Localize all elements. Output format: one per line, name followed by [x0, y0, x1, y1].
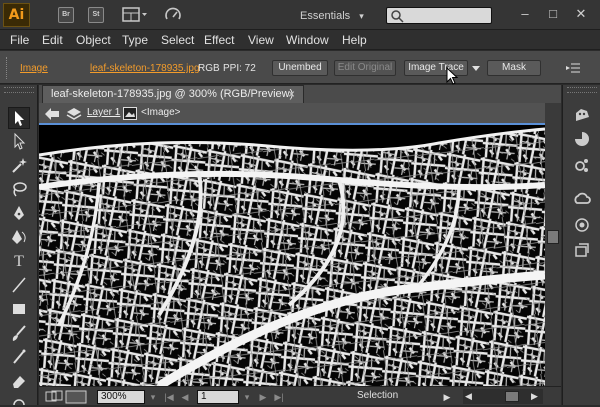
app-logo: Ai	[3, 3, 30, 27]
search-icon	[391, 10, 404, 23]
color-mode: RGB	[198, 63, 220, 74]
artboard-number-field[interactable]: 1	[197, 390, 239, 404]
menu-type[interactable]: Type	[122, 33, 148, 47]
line-segment-tool-icon[interactable]	[8, 275, 30, 297]
arrange-documents-icon[interactable]	[122, 7, 148, 23]
lasso-tool-icon[interactable]	[8, 179, 30, 201]
isolation-mode-bar: Layer 1 <Image>	[39, 103, 545, 125]
panel-menu-icon[interactable]	[566, 61, 582, 75]
shaper-tool-icon[interactable]	[8, 347, 30, 369]
close-button[interactable]: ✕	[570, 5, 592, 23]
document-tab[interactable]: leaf-skeleton-178935.jpg @ 300% (RGB/Pre…	[42, 85, 304, 103]
artboard-navigator-icon[interactable]	[45, 390, 63, 403]
document-tab-title: leaf-skeleton-178935.jpg @ 300% (RGB/Pre…	[51, 88, 294, 100]
image-thumbnail-icon	[123, 107, 137, 120]
horizontal-scrollbar-thumb[interactable]	[505, 391, 519, 402]
layers-panel-icon[interactable]	[571, 241, 593, 263]
menu-object[interactable]: Object	[76, 33, 111, 47]
right-panel-dock	[562, 85, 600, 405]
menu-file[interactable]: File	[10, 33, 29, 47]
panel-grip[interactable]	[6, 57, 10, 79]
scroll-left-icon[interactable]: ◀	[465, 390, 475, 403]
paintbrush-tool-icon[interactable]	[8, 323, 30, 345]
vertical-scrollbar[interactable]	[545, 103, 561, 386]
edit-original-button[interactable]: Edit Original	[334, 60, 396, 76]
menu-effect[interactable]: Effect	[204, 33, 234, 47]
workspace-switcher[interactable]: Essentials ▾	[300, 7, 376, 25]
leaf-skeleton-image	[39, 125, 545, 386]
artboard-canvas[interactable]	[39, 125, 545, 386]
menu-help[interactable]: Help	[342, 33, 367, 47]
title-bar: Ai Br St Essentials ▾ – □ ✕	[0, 0, 600, 30]
chevron-down-icon: ▾	[359, 11, 364, 21]
appearance-icon[interactable]	[571, 215, 593, 237]
close-tab-icon[interactable]: ×	[288, 86, 295, 103]
image-trace-dropdown-icon[interactable]	[471, 63, 481, 73]
color-guide-icon[interactable]	[571, 129, 593, 151]
menu-window[interactable]: Window	[286, 33, 329, 47]
last-artboard-icon[interactable]: ▶|	[273, 390, 285, 404]
rectangle-tool-icon[interactable]	[8, 299, 30, 321]
eraser-tool-icon[interactable]	[8, 371, 30, 393]
first-artboard-icon[interactable]: |◀	[163, 390, 175, 404]
artboard-icon	[65, 390, 87, 404]
back-arrow-icon[interactable]	[43, 106, 61, 122]
control-bar: Image leaf-skeleton-178935.jpg RGB PPI: …	[0, 51, 600, 85]
curvature-tool-icon[interactable]	[8, 227, 30, 249]
maximize-button[interactable]: □	[542, 5, 564, 23]
type-tool-icon[interactable]: T	[8, 251, 30, 273]
creative-cloud-libraries-icon[interactable]	[571, 189, 593, 211]
current-tool-label: Selection	[357, 390, 399, 401]
selection-tool-icon[interactable]	[8, 107, 30, 129]
pen-tool-icon[interactable]	[8, 203, 30, 225]
zoom-dropdown-icon[interactable]: ▾	[147, 390, 159, 404]
workspace-label: Essentials	[300, 10, 351, 22]
minimize-button[interactable]: –	[514, 5, 536, 23]
menu-bar: File Edit Object Type Select Effect View…	[0, 30, 600, 50]
zoom-field[interactable]: 300%	[97, 390, 145, 404]
symbols-icon[interactable]	[571, 155, 593, 177]
color-panel-icon[interactable]	[571, 105, 593, 127]
status-bar: 300% ▾ |◀ ◀ 1 ▾ ▶ ▶| Selection ▶ ◀ ▶	[39, 386, 561, 405]
artboard-dropdown-icon[interactable]: ▾	[241, 390, 253, 404]
panel-grip[interactable]	[567, 87, 597, 93]
stock-icon[interactable]: St	[88, 7, 104, 23]
tools-panel: T	[0, 85, 38, 405]
menu-select[interactable]: Select	[161, 33, 194, 47]
menu-edit[interactable]: Edit	[42, 33, 63, 47]
scroll-right-icon[interactable]: ▶	[531, 390, 541, 403]
mouse-cursor-icon	[446, 66, 460, 85]
status-menu-icon[interactable]: ▶	[441, 390, 453, 404]
previous-artboard-icon[interactable]: ◀	[179, 390, 191, 404]
menu-view[interactable]: View	[248, 33, 274, 47]
layer-link[interactable]: Layer 1	[87, 107, 120, 118]
panel-grip[interactable]	[4, 87, 34, 93]
gpu-performance-icon[interactable]	[164, 6, 182, 24]
mask-button[interactable]: Mask	[487, 60, 541, 76]
next-artboard-icon[interactable]: ▶	[257, 390, 269, 404]
scrollbar-thumb[interactable]	[547, 230, 559, 244]
layers-icon	[65, 106, 83, 122]
bridge-icon[interactable]: Br	[58, 7, 74, 23]
linked-file-link[interactable]: leaf-skeleton-178935.jpg	[90, 63, 200, 74]
rotate-tool-icon[interactable]	[8, 395, 30, 405]
object-label: <Image>	[141, 107, 181, 118]
ppi-value: PPI: 72	[223, 63, 256, 74]
object-type-link[interactable]: Image	[20, 63, 48, 74]
search-input[interactable]	[386, 7, 492, 24]
direct-selection-tool-icon[interactable]	[8, 131, 30, 153]
horizontal-scrollbar[interactable]: ◀ ▶	[463, 389, 543, 404]
magic-wand-tool-icon[interactable]	[8, 155, 30, 177]
unembed-button[interactable]: Unembed	[272, 60, 328, 76]
